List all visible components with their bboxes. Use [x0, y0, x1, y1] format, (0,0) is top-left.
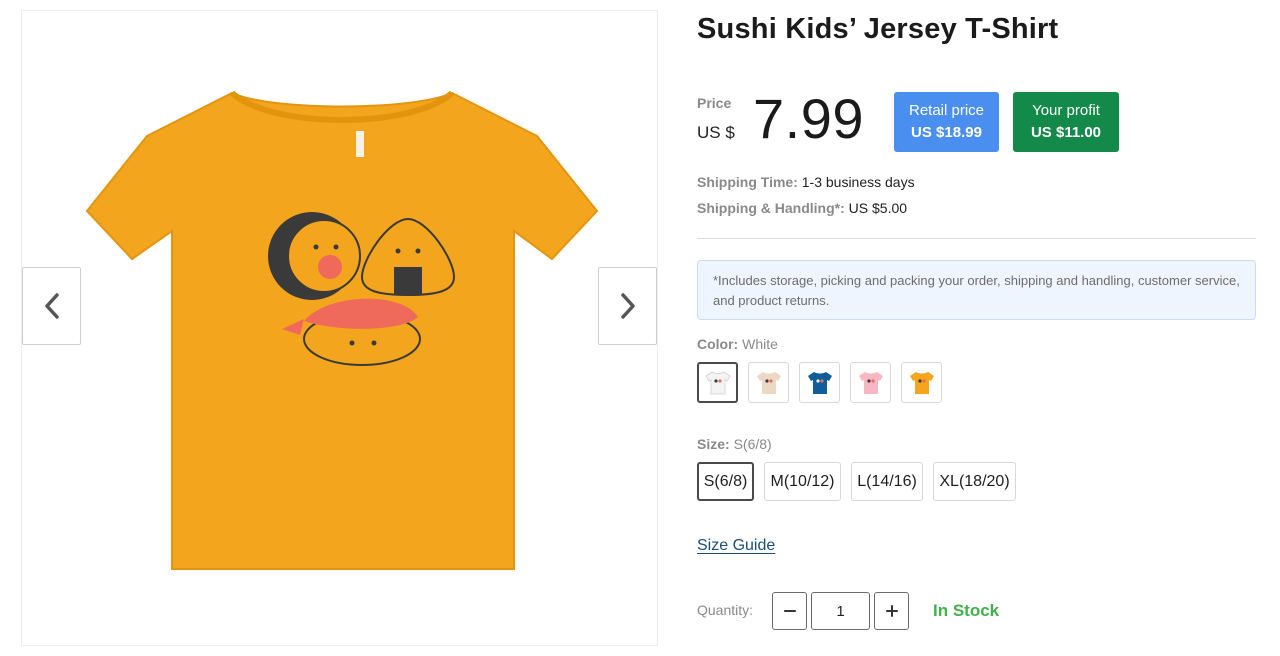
size-option-l[interactable]: L(14/16)	[851, 462, 923, 501]
quantity-label: Quantity:	[697, 602, 754, 618]
profit-value: US $11.00	[1030, 124, 1102, 141]
shipping-time-value: 1-3 business days	[801, 174, 915, 190]
quantity-increase-button[interactable]	[874, 592, 909, 630]
tshirt-icon	[909, 371, 934, 394]
retail-price-label: Retail price	[908, 102, 985, 119]
retail-price-badge: Retail price US $18.99	[894, 92, 999, 152]
stock-status: In Stock	[933, 601, 1000, 620]
plus-icon	[885, 605, 898, 617]
color-swatch-white[interactable]	[697, 362, 738, 403]
size-option-xl[interactable]: XL(18/20)	[933, 462, 1016, 501]
product-details: Sushi Kids’ Jersey T-Shirt Price US $ 7.…	[697, 0, 1257, 656]
quantity-input[interactable]	[811, 592, 870, 630]
color-swatch-natural[interactable]	[748, 362, 789, 403]
quantity-decrease-button[interactable]	[772, 592, 807, 630]
size-options: S(6/8) M(10/12) L(14/16) XL(18/20)	[697, 462, 1016, 501]
color-swatch-pink[interactable]	[850, 362, 891, 403]
product-gallery	[21, 10, 658, 646]
price-label: Price	[697, 95, 732, 111]
shipping-handling-value: US $5.00	[848, 200, 908, 216]
shipping-time-label: Shipping Time:	[697, 174, 798, 190]
tshirt-icon	[756, 371, 781, 394]
shipping-handling: Shipping & Handling*: US $5.00	[697, 200, 907, 216]
minus-icon	[783, 610, 796, 612]
tshirt-icon	[807, 371, 832, 394]
size-option-m[interactable]: M(10/12)	[764, 462, 841, 501]
color-swatches	[697, 362, 942, 403]
shipping-note: *Includes storage, picking and packing y…	[697, 260, 1256, 320]
profit-label: Your profit	[1032, 102, 1100, 119]
tshirt-icon	[704, 371, 731, 394]
color-label: Color: White	[697, 336, 778, 352]
gallery-prev-button[interactable]	[22, 267, 81, 345]
product-title: Sushi Kids’ Jersey T-Shirt	[697, 13, 1059, 45]
size-option-s[interactable]: S(6/8)	[697, 462, 754, 501]
chevron-left-icon	[44, 293, 59, 319]
price-value: 7.99	[753, 87, 864, 150]
size-guide-link[interactable]: Size Guide	[697, 537, 775, 555]
color-swatch-gold[interactable]	[901, 362, 942, 403]
color-label-text: Color:	[697, 336, 739, 352]
size-selected-value: S(6/8)	[733, 436, 772, 452]
tshirt-icon	[858, 371, 883, 394]
shipping-handling-label: Shipping & Handling*:	[697, 200, 845, 216]
price-currency: US $	[697, 123, 735, 142]
chevron-right-icon	[620, 293, 635, 319]
divider	[697, 238, 1256, 239]
size-label-text: Size:	[697, 436, 730, 452]
shipping-time: Shipping Time: 1-3 business days	[697, 174, 915, 190]
profit-badge: Your profit US $11.00	[1013, 92, 1119, 152]
size-label: Size: S(6/8)	[697, 436, 772, 452]
gallery-next-button[interactable]	[598, 267, 657, 345]
product-image	[85, 90, 599, 570]
color-selected-value: White	[742, 336, 778, 352]
color-swatch-royal-blue[interactable]	[799, 362, 840, 403]
retail-price-value: US $18.99	[911, 124, 982, 141]
